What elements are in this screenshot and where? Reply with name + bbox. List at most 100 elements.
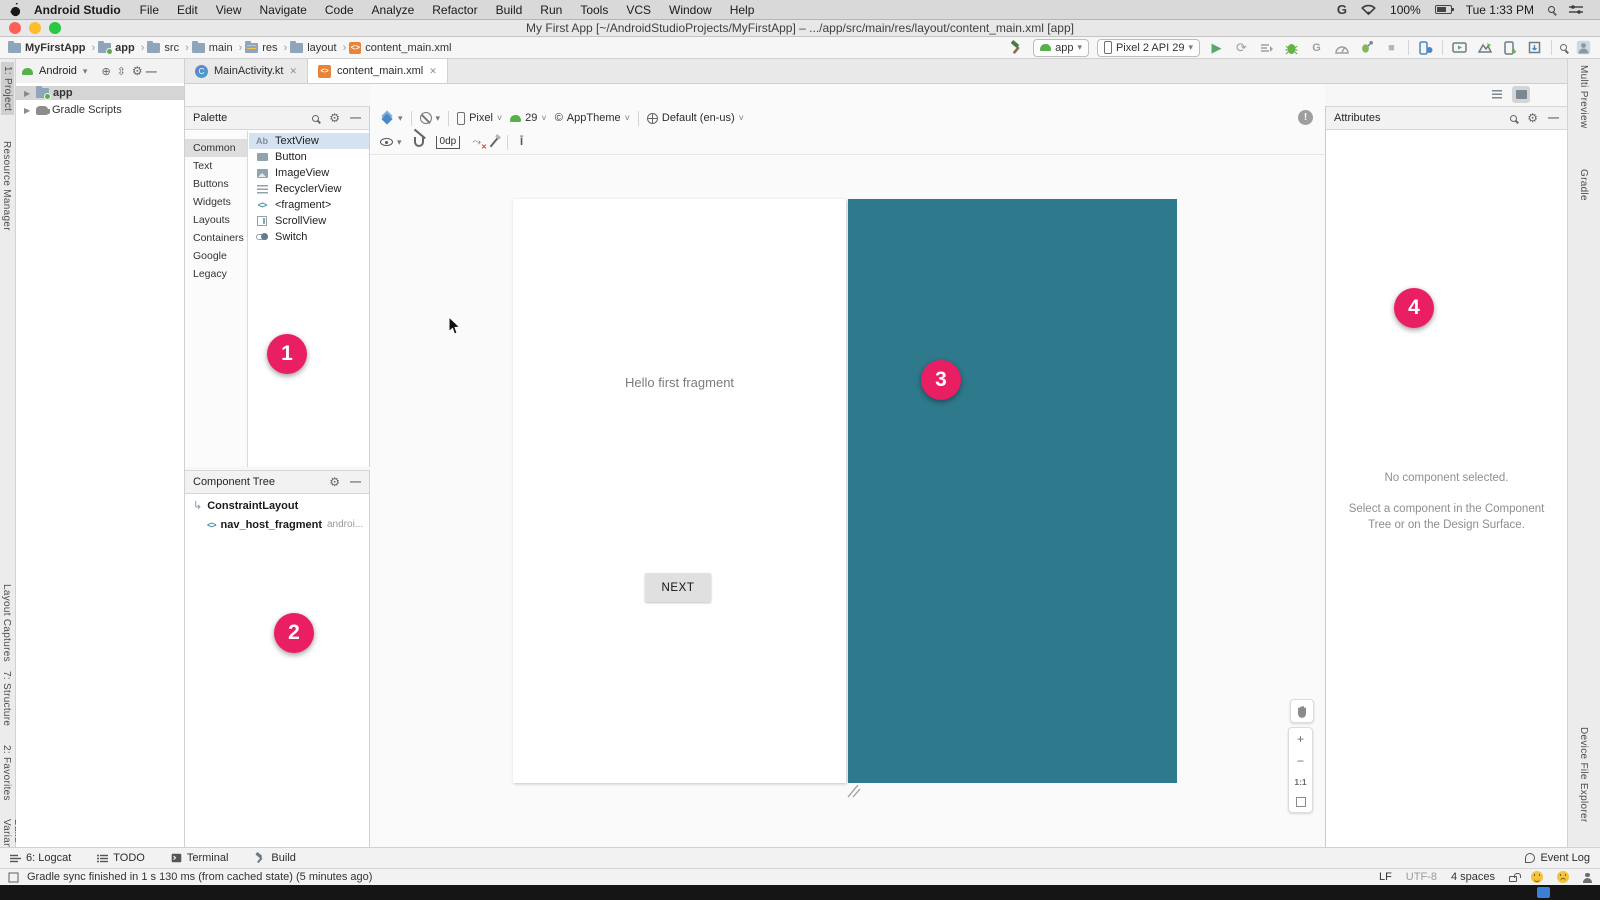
resize-handle[interactable] [845,784,861,798]
dock-app-icon[interactable] [1537,887,1550,898]
view-options-selector[interactable]: ▾ [380,137,402,148]
google-menu-icon[interactable]: G [1337,2,1347,17]
expand-arrow-icon[interactable]: ▶ [24,89,32,98]
palette-category-common[interactable]: Common [185,139,247,157]
project-tree-gradle-scripts[interactable]: ▶ Gradle Scripts [16,103,184,117]
locate-file-icon[interactable]: ⊕ [101,65,110,78]
build-hammer-icon[interactable] [1008,39,1025,56]
debug-icon[interactable] [1283,39,1300,56]
search-everywhere-icon[interactable] [1560,44,1567,51]
tab-mainactivity[interactable]: C MainActivity.kt ✕ [185,59,308,83]
menu-view[interactable]: View [216,3,242,17]
infer-constraints-icon[interactable] [493,137,495,148]
breadcrumb-app[interactable]: app [98,42,135,54]
apple-icon[interactable] [10,3,22,17]
spotlight-search-icon[interactable] [1548,6,1555,13]
menubar-clock[interactable]: Tue 1:33 PM [1466,3,1534,17]
sad-feedback-icon[interactable] [1557,871,1569,883]
breadcrumb-res[interactable]: res [245,42,277,54]
close-icon[interactable]: ✕ [289,66,297,77]
indent-indicator[interactable]: 4 spaces [1451,871,1495,883]
breadcrumb-file[interactable]: <>content_main.xml [349,42,451,54]
clear-constraints-icon[interactable]: ⤳ [472,136,481,149]
toolwindow-logcat[interactable]: 6: Logcat [10,852,71,864]
encoding-indicator[interactable]: UTF-8 [1406,871,1437,883]
device-selector[interactable]: Pixel˅ [457,112,502,125]
toolwindow-favorites[interactable]: 2: Favorites [1,745,12,801]
menu-vcs[interactable]: VCS [626,3,651,17]
blueprint-preview[interactable] [848,199,1177,783]
control-center-icon[interactable] [1569,5,1583,15]
gear-icon[interactable]: ⚙ [329,112,340,124]
running-devices-icon[interactable] [1451,39,1468,56]
menu-file[interactable]: File [140,3,159,17]
gear-icon[interactable]: ⚙ [1527,112,1538,124]
breadcrumb-layout[interactable]: layout [290,42,336,54]
user-presence-icon[interactable] [1583,878,1592,883]
toolwindow-resource-manager[interactable]: Resource Manager [1,141,12,231]
zoom-to-fit-button[interactable] [1296,797,1306,807]
component-nav-host-fragment[interactable]: <> nav_host_fragment androi... [185,517,369,532]
menu-help[interactable]: Help [730,3,755,17]
palette-item-textview[interactable]: AbTextView [249,133,369,149]
menu-refactor[interactable]: Refactor [432,3,477,17]
toolwindow-build[interactable]: Build [254,852,295,864]
event-log-button[interactable]: Event Log [1525,852,1590,864]
breadcrumb-project[interactable]: MyFirstApp [8,42,86,54]
orientation-selector[interactable]: ▾ [420,112,441,124]
menubar-app-name[interactable]: Android Studio [34,3,121,17]
palette-item-scrollview[interactable]: ScrollView [249,213,369,229]
close-icon[interactable]: ✕ [429,66,437,77]
expand-arrow-icon[interactable]: ▶ [24,106,32,115]
search-icon[interactable] [312,115,319,122]
autoconnect-toggle[interactable] [414,137,424,147]
run-button[interactable]: ▶ [1208,39,1225,56]
hide-panel-icon[interactable]: — [146,66,157,78]
pack-align-selector[interactable]: Ī [520,136,523,148]
battery-icon[interactable] [1435,5,1452,14]
palette-item-fragment[interactable]: <><fragment> [249,197,369,213]
sdk-manager-icon[interactable] [1526,39,1543,56]
attach-profiler-icon[interactable] [1358,39,1375,56]
hide-panel-icon[interactable]: — [350,476,361,488]
happy-feedback-icon[interactable] [1531,871,1543,883]
hello-fragment-text[interactable]: Hello first fragment [513,375,846,390]
attach-debugger-icon[interactable]: G [1308,39,1325,56]
palette-category-layouts[interactable]: Layouts [185,211,247,229]
device-file-explorer-toolbar-icon[interactable] [1501,39,1518,56]
palette-category-buttons[interactable]: Buttons [185,175,247,193]
run-config-dropdown[interactable]: app▾ [1033,39,1089,57]
design-blueprint-selector[interactable]: ▾ [380,112,403,124]
menu-build[interactable]: Build [496,3,523,17]
toolwindow-gradle[interactable]: Gradle [1578,169,1589,201]
project-view-selector[interactable]: Android [39,65,77,77]
palette-category-text[interactable]: Text [185,157,247,175]
wifi-icon[interactable] [1361,4,1376,15]
breadcrumb-src[interactable]: src [147,42,179,54]
menu-navigate[interactable]: Navigate [259,3,306,17]
toolwindow-todo[interactable]: TODO [97,852,145,864]
design-preview[interactable]: Hello first fragment NEXT [513,199,846,783]
hide-panel-icon[interactable]: — [350,112,361,124]
code-view-icon[interactable] [1488,86,1506,103]
stop-icon[interactable]: ■ [1383,39,1400,56]
default-margin-selector[interactable]: 0dp [436,136,461,149]
readonly-lock-icon[interactable] [1509,876,1517,882]
toolwindow-device-file-explorer[interactable]: Device File Explorer [1578,727,1589,822]
breadcrumb-main[interactable]: main [192,42,233,54]
device-manager-icon[interactable] [1417,39,1434,56]
next-button[interactable]: NEXT [645,573,711,602]
api-selector[interactable]: 29˅ [510,112,547,124]
gear-icon[interactable]: ⚙ [132,64,143,78]
gear-icon[interactable]: ⚙ [329,476,340,488]
palette-category-widgets[interactable]: Widgets [185,193,247,211]
palette-category-containers[interactable]: Containers [185,229,247,247]
toolwindow-switcher-icon[interactable] [8,872,19,883]
palette-item-switch[interactable]: Switch [249,229,369,245]
menu-tools[interactable]: Tools [580,3,608,17]
apply-code-changes-icon[interactable] [1258,39,1275,56]
toolwindow-layout-captures[interactable]: Layout Captures [1,584,12,662]
pan-tool-button[interactable] [1290,699,1314,723]
toolwindow-terminal[interactable]: Terminal [171,852,229,864]
collapse-all-icon[interactable]: ⇳ [117,65,126,78]
